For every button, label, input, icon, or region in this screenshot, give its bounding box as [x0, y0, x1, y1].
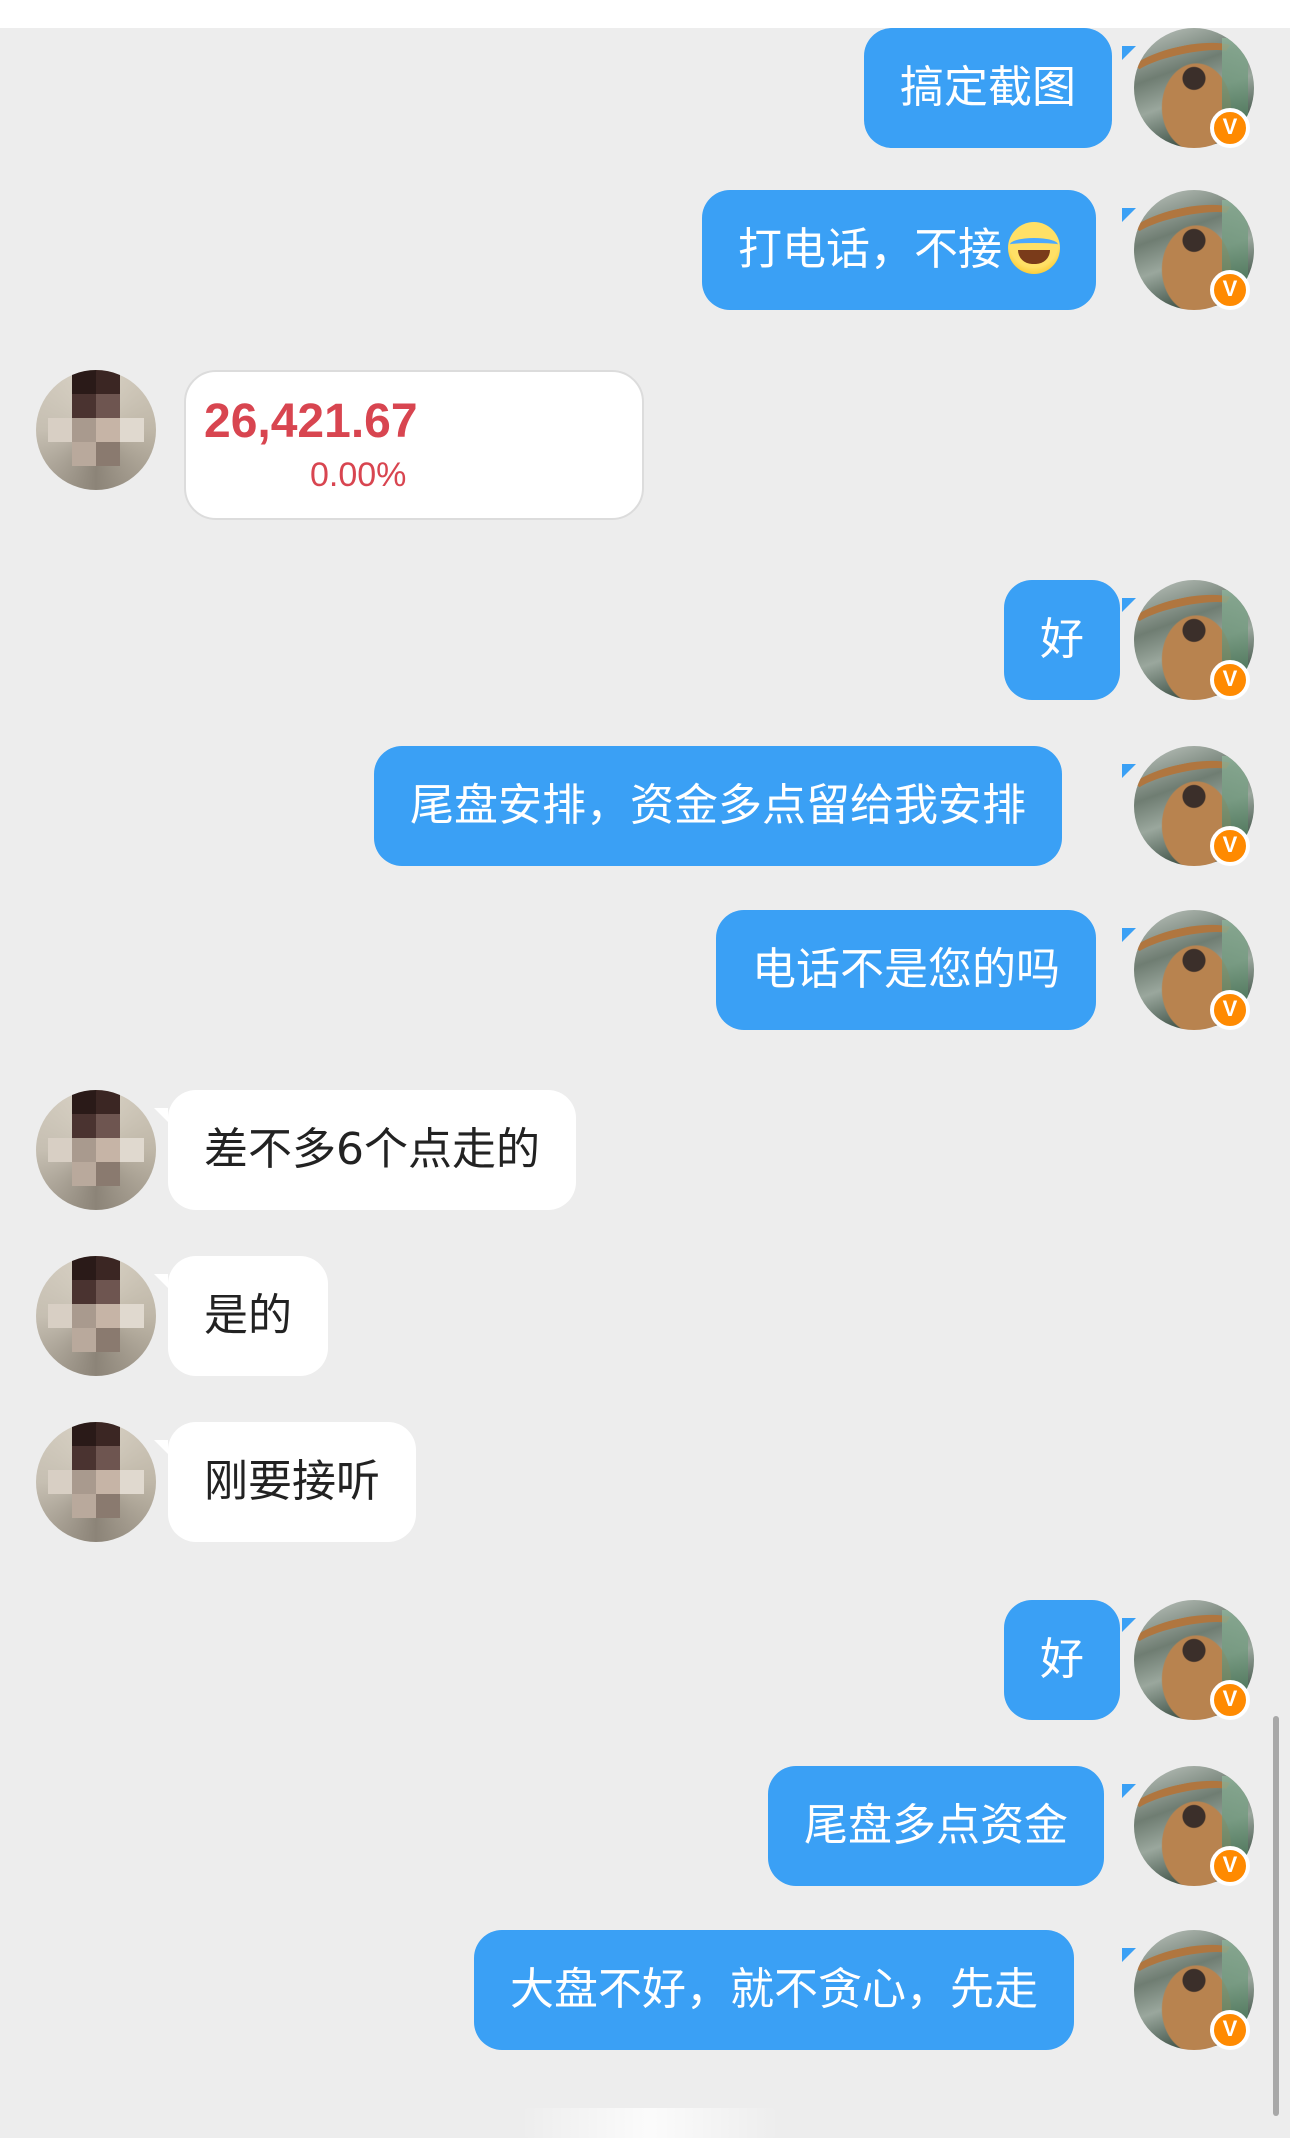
message-bubble[interactable]: 刚要接听 — [168, 1422, 416, 1542]
verified-badge-icon: V — [1210, 990, 1250, 1030]
message-text: 好 — [1040, 1634, 1084, 1685]
message-text: 好 — [1040, 614, 1084, 665]
message-text: 尾盘安排，资金多点留给我安排 — [410, 780, 1026, 831]
bubble-tail — [1122, 764, 1136, 778]
avatar-contact-pixelated[interactable] — [36, 1090, 156, 1210]
verified-badge-icon: V — [1210, 1680, 1250, 1720]
bubble-tail — [1122, 1618, 1136, 1632]
message-text: 差不多6个点走的 — [204, 1124, 540, 1175]
message-bubble[interactable]: 好 — [1004, 1600, 1120, 1720]
bubble-tail — [154, 1440, 168, 1454]
message-text: 大盘不好，就不贪心，先走 — [510, 1964, 1038, 2015]
verified-badge-icon: V — [1210, 660, 1250, 700]
message-outgoing: 电话不是您的吗 V — [0, 910, 1290, 1040]
message-bubble[interactable]: 尾盘多点资金 — [768, 1766, 1104, 1886]
verified-badge-icon: V — [1210, 2010, 1250, 2050]
bubble-tail — [1122, 208, 1136, 222]
stock-quote-card[interactable]: 26,421.67 0.00% — [184, 370, 644, 520]
avatar-contact-pixelated[interactable] — [36, 370, 156, 490]
chat-message-list[interactable]: 搞定截图 V 打电话，不接 V 26,421.67 0.00% 好 V 尾盘安排… — [0, 28, 1290, 2138]
bubble-tail — [1122, 928, 1136, 942]
message-text: 电话不是您的吗 — [752, 944, 1060, 995]
message-bubble[interactable]: 电话不是您的吗 — [716, 910, 1096, 1030]
laughing-tears-emoji-icon — [1008, 222, 1060, 274]
verified-badge-icon: V — [1210, 826, 1250, 866]
stock-value: 26,421.67 — [204, 395, 418, 448]
bubble-tail — [1122, 1948, 1136, 1962]
message-text: 搞定截图 — [900, 62, 1076, 113]
message-text: 刚要接听 — [204, 1456, 380, 1507]
message-bubble[interactable]: 差不多6个点走的 — [168, 1090, 576, 1210]
message-outgoing: 好 V — [0, 580, 1290, 710]
message-incoming: 是的 — [0, 1256, 1290, 1386]
message-bubble[interactable]: 大盘不好，就不贪心，先走 — [474, 1930, 1074, 2050]
message-incoming: 刚要接听 — [0, 1422, 1290, 1552]
message-incoming: 26,421.67 0.00% — [0, 370, 1290, 530]
message-bubble[interactable]: 尾盘安排，资金多点留给我安排 — [374, 746, 1062, 866]
verified-badge-icon: V — [1210, 270, 1250, 310]
bubble-tail — [1122, 598, 1136, 612]
scrollbar[interactable] — [1273, 1716, 1279, 2116]
avatar-contact-pixelated[interactable] — [36, 1422, 156, 1542]
bubble-tail — [154, 1108, 168, 1122]
top-status-strip — [0, 0, 1290, 28]
verified-badge-icon: V — [1210, 1846, 1250, 1886]
message-bubble[interactable]: 打电话，不接 — [702, 190, 1096, 310]
message-text: 尾盘多点资金 — [804, 1800, 1068, 1851]
message-text: 打电话，不接 — [738, 224, 1002, 275]
message-outgoing: 尾盘安排，资金多点留给我安排 V — [0, 746, 1290, 876]
message-text: 是的 — [204, 1290, 292, 1341]
stock-change-percent: 0.00% — [310, 456, 407, 494]
message-outgoing: 好 V — [0, 1600, 1290, 1730]
message-incoming: 差不多6个点走的 — [0, 1090, 1290, 1220]
message-outgoing: 尾盘多点资金 V — [0, 1766, 1290, 1896]
bubble-tail — [154, 1274, 168, 1288]
avatar-contact-pixelated[interactable] — [36, 1256, 156, 1376]
message-bubble[interactable]: 好 — [1004, 580, 1120, 700]
message-bubble[interactable]: 搞定截图 — [864, 28, 1112, 148]
message-outgoing: 大盘不好，就不贪心，先走 V — [0, 1930, 1290, 2060]
message-outgoing: 搞定截图 V — [0, 28, 1290, 168]
verified-badge-icon: V — [1210, 108, 1250, 148]
message-outgoing: 打电话，不接 V — [0, 190, 1290, 320]
message-bubble[interactable]: 是的 — [168, 1256, 328, 1376]
bubble-tail — [1122, 1784, 1136, 1798]
bubble-tail — [1122, 46, 1136, 60]
watermark-fade — [520, 2108, 780, 2138]
